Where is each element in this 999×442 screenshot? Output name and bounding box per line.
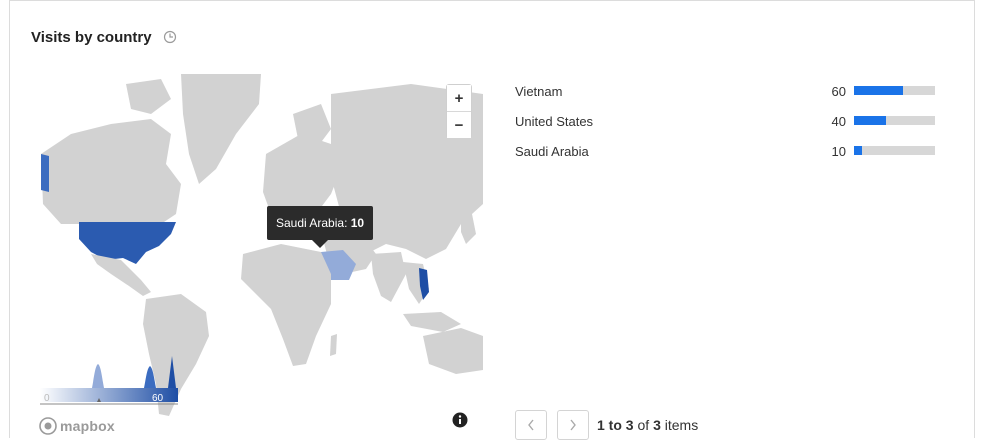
page-from: 1 — [597, 417, 605, 433]
region-greenland — [181, 74, 261, 184]
region-alaska — [41, 154, 49, 192]
country-visits: 40 — [831, 114, 846, 129]
region-madagascar — [330, 334, 337, 356]
visits-bar-fill — [854, 146, 863, 155]
region-india — [371, 252, 406, 302]
page-to-word: to — [604, 417, 626, 433]
list-item: Vietnam 60 — [515, 82, 935, 112]
country-name: Saudi Arabia — [515, 144, 589, 159]
region-mexico — [91, 254, 151, 296]
page-items-word: items — [660, 417, 699, 433]
page-of-word: of — [633, 417, 654, 433]
tooltip-separator: : — [344, 216, 351, 230]
visits-bar-track — [854, 86, 935, 95]
country-name: United States — [515, 114, 594, 129]
map-tooltip: Saudi Arabia: 10 — [267, 206, 374, 240]
list-item: Saudi Arabia 10 — [515, 142, 935, 172]
chevron-right-icon — [570, 419, 576, 431]
chevron-left-icon — [528, 419, 534, 431]
region-indonesia — [403, 312, 461, 332]
clock-icon[interactable] — [163, 30, 177, 44]
region-canada — [41, 119, 181, 224]
info-icon[interactable] — [452, 412, 468, 428]
next-page-button[interactable] — [557, 410, 589, 440]
country-visits: 10 — [831, 144, 846, 159]
tooltip-arrow — [312, 240, 328, 248]
visits-bar-track — [854, 146, 935, 155]
page-total: 3 — [653, 417, 661, 433]
card-title: Visits by country — [31, 29, 152, 46]
tooltip-country: Saudi Arabia — [276, 216, 345, 230]
list-item: United States 40 — [515, 112, 935, 142]
region-australia — [423, 328, 483, 374]
zoom-controls: + − — [446, 84, 472, 138]
mapbox-logo[interactable]: mapbox — [39, 416, 115, 436]
mapbox-wordmark: mapbox — [60, 418, 115, 434]
page-to: 3 — [625, 417, 634, 433]
previous-page-button[interactable] — [515, 410, 547, 440]
country-name: Vietnam — [515, 84, 563, 99]
tooltip-value: 10 — [350, 216, 365, 230]
region-japan — [461, 209, 476, 244]
region-arctic-islands — [126, 79, 171, 114]
pagination: 1 to 3 of 3 items — [515, 408, 698, 442]
zoom-out-button[interactable]: − — [447, 112, 471, 138]
country-visits: 60 — [831, 84, 846, 99]
mapbox-icon — [39, 417, 57, 435]
region-africa — [241, 244, 331, 366]
visits-bar-fill — [854, 116, 887, 125]
visits-bar-fill — [854, 86, 903, 95]
legend-min-label: 0 — [44, 393, 50, 404]
pagination-summary: 1 to 3 of 3 items — [597, 417, 698, 433]
country-list: Vietnam 60 United States 40 Saudi Arabia… — [515, 82, 935, 172]
legend-max-label: 60 — [152, 393, 164, 404]
visits-bar-track — [854, 116, 935, 125]
zoom-in-button[interactable]: + — [447, 85, 471, 111]
